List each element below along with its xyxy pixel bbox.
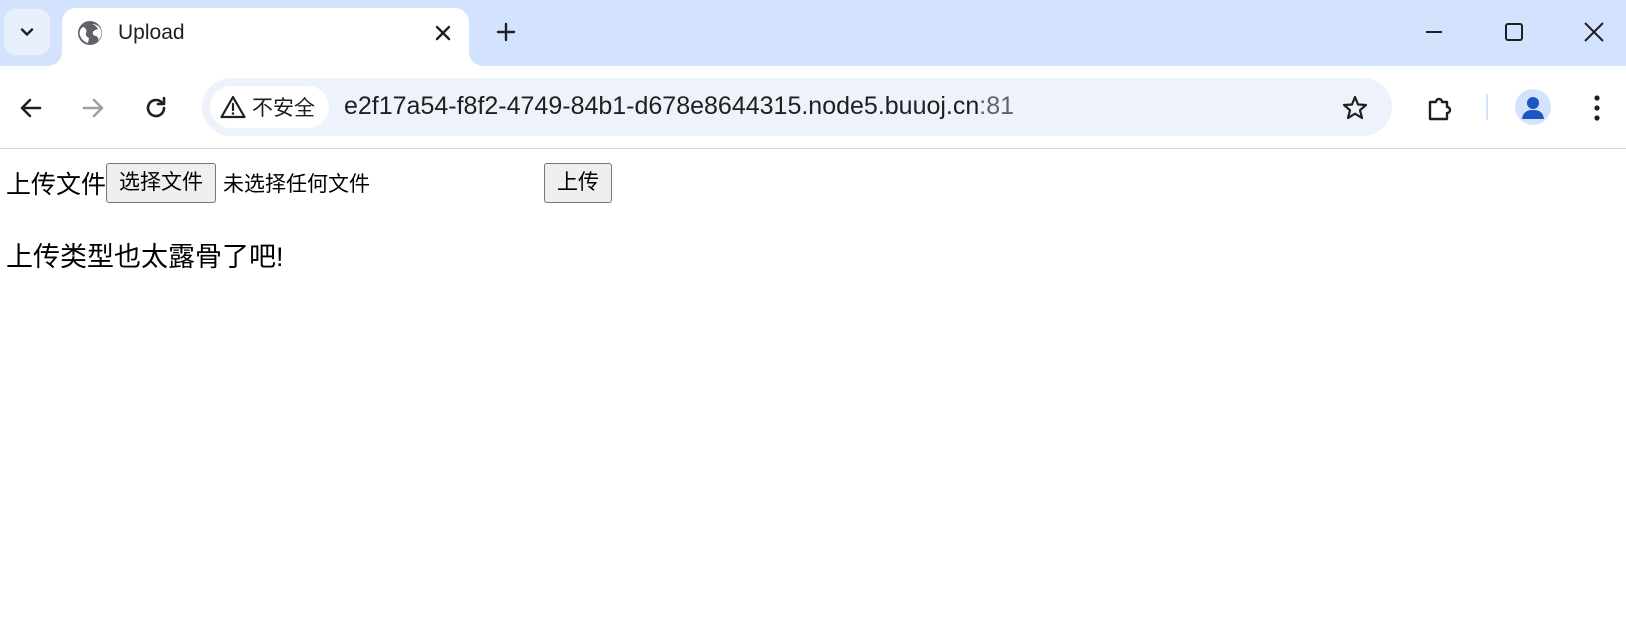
page-content: 上传文件 选择文件 未选择任何文件 上传 上传类型也太露骨了吧! [0,149,1626,642]
minimize-icon [1426,31,1442,33]
url-text[interactable]: e2f17a54-f8f2-4749-84b1-d678e8644315.nod… [344,92,1014,121]
globe-icon [78,21,102,45]
plus-icon [496,22,516,42]
close-icon [435,25,451,41]
security-label: 不安全 [252,97,315,120]
tab-close-button[interactable] [431,21,455,45]
warning-icon [220,95,246,119]
choose-file-button[interactable]: 选择文件 [106,163,217,203]
new-tab-button[interactable] [489,15,523,49]
star-icon [1342,95,1368,120]
chevron-down-icon [20,28,34,36]
arrow-left-icon [20,98,42,118]
address-bar[interactable]: 不安全 e2f17a54-f8f2-4749-84b1-d678e8644315… [202,78,1392,136]
security-chip[interactable]: 不安全 [210,86,329,128]
profile-button[interactable] [1515,89,1551,125]
upload-submit-button[interactable]: 上传 [544,163,613,203]
upload-form: 上传文件 选择文件 未选择任何文件 上传 [6,163,613,203]
tab-upload[interactable]: Upload [62,8,469,66]
browser-toolbar: 不安全 e2f17a54-f8f2-4749-84b1-d678e8644315… [0,66,1626,149]
maximize-icon [1505,23,1523,41]
puzzle-icon [1428,97,1452,121]
result-message: 上传类型也太露骨了吧! [6,242,284,272]
tab-strip: Upload [0,0,1626,66]
maximize-button[interactable] [1496,14,1532,50]
toolbar-divider [1486,94,1488,120]
url-host: e2f17a54-f8f2-4749-84b1-d678e8644315.nod… [344,92,980,120]
no-file-text: 未选择任何文件 [223,173,371,196]
tab-search-button[interactable] [4,9,50,55]
tab-title: Upload [118,21,185,44]
arrow-right-icon [82,98,104,118]
minimize-button[interactable] [1416,14,1452,50]
url-port: :81 [979,92,1015,120]
upload-label: 上传文件 [6,171,107,199]
browser-menu-button[interactable] [1577,88,1617,128]
window-close-button[interactable] [1576,14,1612,50]
bookmark-button[interactable] [1340,93,1370,123]
reload-button[interactable] [136,88,176,128]
forward-button[interactable] [73,88,113,128]
more-vert-icon [1594,95,1600,121]
close-icon [1584,22,1604,42]
person-icon [1522,97,1544,119]
extensions-button[interactable] [1420,88,1460,128]
back-button[interactable] [11,88,51,128]
reload-icon [146,96,166,118]
